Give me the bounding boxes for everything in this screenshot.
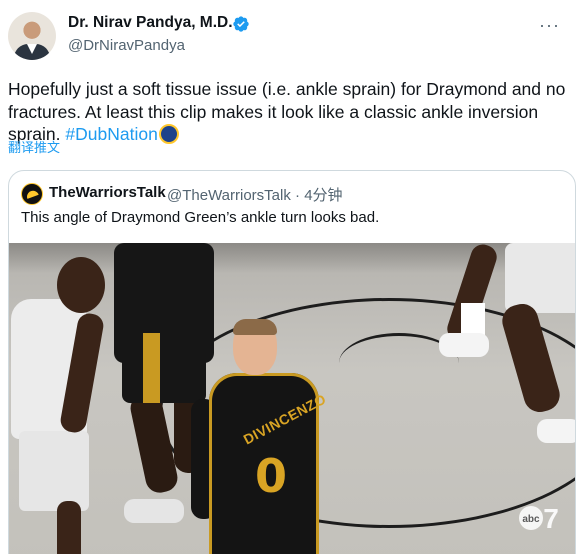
translate-tweet-link[interactable]: 翻译推文 xyxy=(8,137,60,156)
quoted-author-handle[interactable]: @TheWarriorsTalk xyxy=(167,187,291,204)
abc7-watermark-logo: abc 7 xyxy=(519,503,559,534)
author-display-name[interactable]: Dr. Nirav Pandya, M.D. xyxy=(68,14,233,32)
player-left-head xyxy=(57,257,105,313)
svg-text:7: 7 xyxy=(543,503,559,534)
quoted-author-avatar[interactable] xyxy=(21,183,43,205)
player-donte-hair xyxy=(233,319,277,335)
player-left xyxy=(9,251,109,554)
player-donte: DIVINCENZO 0 xyxy=(179,319,349,554)
player-right-shorts xyxy=(505,243,575,313)
author-handle[interactable]: @DrNiravPandya xyxy=(68,37,185,54)
svg-text:abc: abc xyxy=(522,514,540,525)
warriors-logo-icon xyxy=(158,124,179,144)
player-left-leg xyxy=(57,501,81,554)
meta-separator: · xyxy=(295,187,301,204)
player-right-leg-2 xyxy=(498,300,564,416)
player-right-shoe-2 xyxy=(537,419,575,443)
quoted-author-display-name[interactable]: TheWarriorsTalk xyxy=(49,184,166,201)
player-middle-leg xyxy=(127,390,181,496)
quoted-author-meta: @TheWarriorsTalk · 4分钟 xyxy=(167,184,343,205)
verified-badge-icon xyxy=(233,16,249,32)
more-options-icon[interactable]: ··· xyxy=(539,16,560,34)
quoted-tweet-text: This angle of Draymond Green’s ankle tur… xyxy=(21,209,380,226)
quoted-video-thumbnail[interactable]: DIVINCENZO 0 abc 7 xyxy=(9,243,575,554)
quoted-timestamp[interactable]: 4分钟 xyxy=(304,187,342,204)
quoted-tweet-card[interactable]: TheWarriorsTalk @TheWarriorsTalk · 4分钟 T… xyxy=(8,170,576,554)
jersey-number: 0 xyxy=(255,449,288,503)
player-middle-shoe xyxy=(124,499,184,523)
tweet-text: Hopefully just a soft tissue issue (i.e.… xyxy=(8,78,568,146)
hashtag-link[interactable]: #DubNation xyxy=(65,124,157,144)
player-left-shorts xyxy=(19,431,89,511)
author-avatar[interactable] xyxy=(8,12,56,60)
player-right-shoe xyxy=(439,333,489,357)
